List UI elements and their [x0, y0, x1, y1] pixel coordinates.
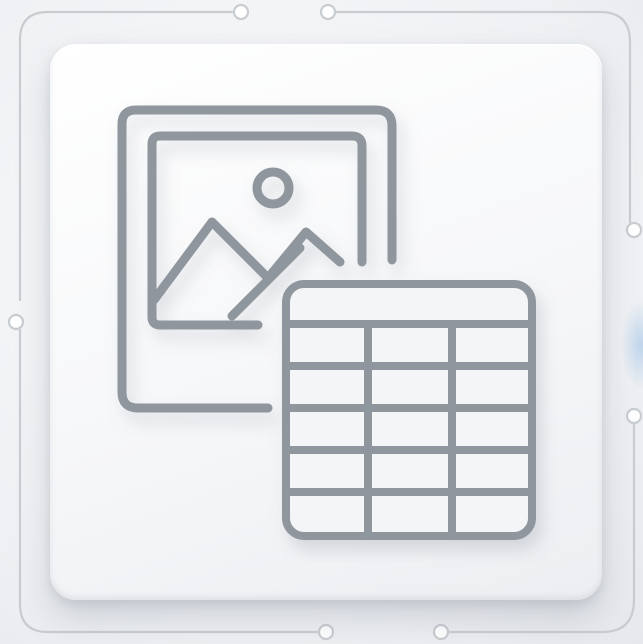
image-and-table-icon [117, 105, 536, 540]
icon-stage [0, 0, 643, 644]
table-grid-icon [282, 280, 536, 540]
sun-icon [252, 167, 294, 209]
